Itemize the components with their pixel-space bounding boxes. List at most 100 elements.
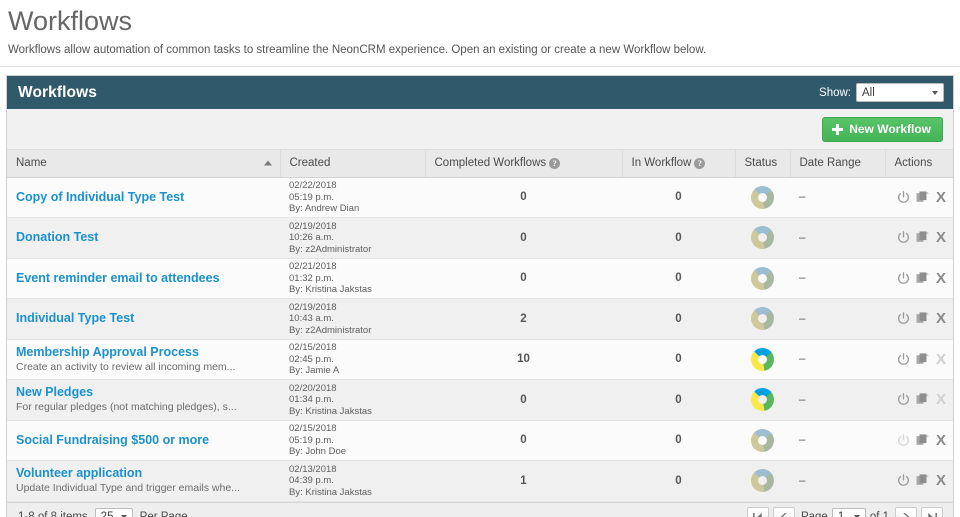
previous-page-button[interactable]	[772, 507, 795, 517]
cell-completed-workflows[interactable]: 10	[425, 339, 622, 380]
delete-icon[interactable]: X	[936, 311, 946, 326]
cell-in-workflow[interactable]: 0	[622, 339, 735, 380]
column-header-created[interactable]: Created	[280, 150, 426, 178]
workflow-name-link[interactable]: New Pledges	[16, 385, 271, 400]
duplicate-icon[interactable]	[916, 191, 930, 204]
column-header-name[interactable]: Name	[7, 150, 281, 178]
power-toggle-icon[interactable]	[897, 433, 910, 447]
workflow-name-link[interactable]: Individual Type Test	[16, 311, 271, 326]
cell-in-workflow[interactable]: 0	[622, 420, 735, 461]
created-date: 02/19/2018	[289, 301, 337, 313]
created-by: By: John Doe	[289, 446, 347, 457]
table-row: Membership Approval Process Create an act…	[7, 339, 953, 380]
cell-status	[735, 298, 790, 340]
cell-completed-workflows[interactable]: 0	[425, 217, 622, 259]
duplicate-icon[interactable]	[916, 312, 930, 325]
status-donut-icon	[751, 469, 774, 493]
cell-completed-workflows[interactable]: 0	[425, 379, 622, 421]
cell-completed-workflows[interactable]: 2	[425, 298, 622, 340]
cell-in-workflow[interactable]: 0	[622, 460, 735, 502]
delete-icon[interactable]: X	[936, 230, 946, 245]
chevron-down-icon	[932, 90, 938, 95]
delete-icon[interactable]: X	[936, 473, 946, 488]
workflow-name-link[interactable]: Membership Approval Process	[16, 345, 271, 360]
column-header-status-label: Status	[744, 157, 778, 170]
delete-icon[interactable]: X	[936, 352, 946, 367]
duplicate-icon[interactable]	[916, 231, 930, 244]
status-donut-icon	[751, 428, 774, 452]
page-select[interactable]: 1	[831, 507, 866, 517]
new-workflow-button[interactable]: New Workflow	[822, 116, 943, 142]
column-header-status[interactable]: Status	[735, 150, 791, 178]
workflows-panel: Workflows Show: All New Workflow Name Cr…	[6, 75, 954, 517]
cell-in-workflow[interactable]: 0	[622, 177, 735, 218]
help-icon[interactable]: ?	[694, 157, 706, 169]
power-toggle-icon[interactable]	[897, 271, 910, 285]
cell-in-workflow[interactable]: 0	[622, 298, 735, 340]
cell-actions: X	[885, 420, 953, 461]
cell-in-workflow[interactable]: 0	[622, 217, 735, 259]
workflow-name-link[interactable]: Copy of Individual Type Test	[16, 190, 271, 205]
cell-date-range: –	[790, 460, 885, 502]
next-page-button[interactable]	[895, 507, 917, 517]
per-page-select[interactable]: 25	[94, 507, 133, 517]
cell-in-workflow[interactable]: 0	[622, 258, 735, 299]
cell-completed-workflows[interactable]: 0	[425, 177, 622, 218]
delete-icon[interactable]: X	[936, 271, 946, 286]
duplicate-icon[interactable]	[916, 353, 930, 366]
delete-icon[interactable]: X	[936, 190, 946, 205]
duplicate-icon[interactable]	[916, 434, 930, 447]
power-toggle-icon[interactable]	[897, 474, 910, 487]
power-toggle-icon[interactable]	[897, 393, 910, 406]
workflow-name-link[interactable]: Event reminder email to attendees	[16, 271, 271, 286]
column-header-completed-workflows[interactable]: Completed Workflows?	[425, 150, 623, 178]
status-donut-icon	[751, 388, 774, 412]
column-header-date-range[interactable]: Date Range	[790, 150, 886, 178]
duplicate-icon[interactable]	[916, 393, 930, 406]
last-page-button[interactable]	[921, 507, 943, 517]
first-page-button[interactable]	[746, 507, 769, 517]
power-toggle-icon[interactable]	[897, 231, 910, 244]
workflow-name-link[interactable]: Donation Test	[16, 230, 271, 245]
cell-status	[735, 177, 790, 218]
cell-created: 02/15/2018 05:19 p.m. By: John Doe	[280, 420, 425, 461]
show-select-value: All	[862, 86, 875, 99]
cell-actions: X	[885, 258, 953, 299]
cell-date-range: –	[790, 339, 885, 380]
status-donut-icon	[751, 226, 774, 250]
power-toggle-icon[interactable]	[897, 352, 910, 366]
cell-completed-workflows[interactable]: 0	[425, 420, 622, 461]
delete-icon[interactable]: X	[936, 392, 946, 407]
plus-icon	[832, 123, 844, 135]
cell-actions: X	[885, 217, 953, 259]
column-header-created-label: Created	[289, 157, 331, 170]
delete-icon[interactable]: X	[936, 433, 946, 448]
column-header-completed-label: Completed Workflows	[434, 157, 547, 170]
show-select[interactable]: All	[856, 83, 944, 102]
cell-completed-workflows[interactable]: 0	[425, 258, 622, 299]
column-header-in-workflow[interactable]: In Workflow?	[622, 150, 736, 178]
cell-date-range: –	[790, 177, 885, 218]
duplicate-icon[interactable]	[916, 474, 930, 487]
workflow-name-link[interactable]: Volunteer application	[16, 466, 271, 481]
workflows-page: Workflows Workflows allow automation of …	[0, 0, 960, 517]
cell-name: Individual Type Test	[7, 298, 280, 340]
power-toggle-icon[interactable]	[897, 312, 910, 325]
cell-in-workflow[interactable]: 0	[622, 379, 735, 421]
cell-name: Copy of Individual Type Test	[7, 177, 280, 218]
cell-created: 02/22/2018 05:19 p.m. By: Andrew Dian	[280, 177, 425, 218]
power-toggle-icon[interactable]	[897, 190, 910, 204]
cell-completed-workflows[interactable]: 1	[425, 460, 622, 502]
created-time: 01:32 p.m.	[289, 272, 334, 284]
duplicate-icon[interactable]	[916, 272, 930, 285]
workflow-name-link[interactable]: Social Fundraising $500 or more	[16, 433, 271, 448]
created-date: 02/15/2018	[289, 342, 337, 353]
cell-date-range: –	[790, 379, 885, 421]
created-time: 10:26 a.m.	[289, 232, 334, 243]
cell-name: Membership Approval Process Create an act…	[7, 339, 280, 380]
table-header: Name Created Completed Workflows? In Wor…	[7, 150, 953, 178]
item-count-label: 1-8 of 8 items	[18, 511, 88, 517]
cell-name: Event reminder email to attendees	[7, 258, 280, 299]
cell-created: 02/13/2018 04:39 p.m. By: Kristina Jakstas	[280, 460, 425, 502]
help-icon[interactable]: ?	[549, 157, 561, 169]
